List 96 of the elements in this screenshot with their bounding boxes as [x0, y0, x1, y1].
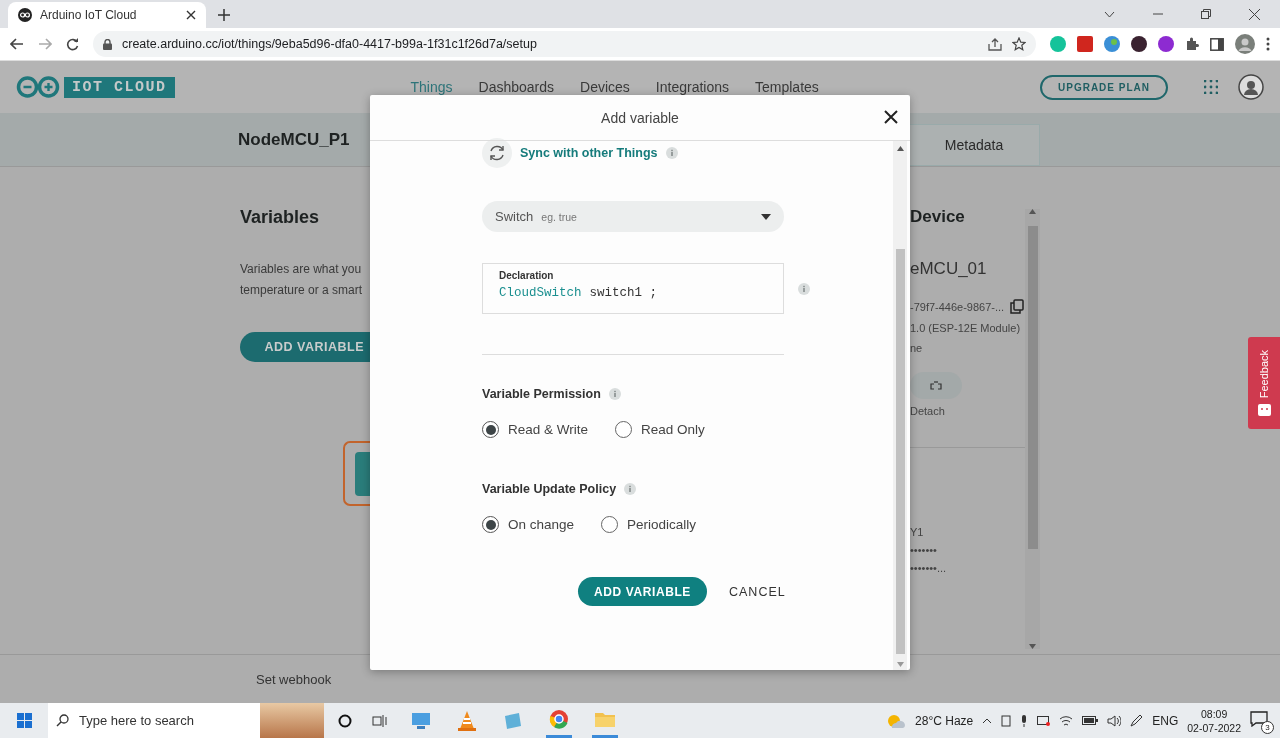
caret-icon [761, 213, 771, 220]
radio-label[interactable]: On change [508, 517, 575, 532]
info-icon[interactable] [798, 282, 810, 295]
microphone-icon[interactable] [1020, 714, 1029, 727]
computer-icon[interactable] [411, 711, 431, 730]
network-field: Y1 [910, 526, 1025, 538]
clock[interactable]: 08:09 02-07-2022 [1187, 706, 1241, 735]
radio-label[interactable]: Read Only [641, 422, 705, 437]
back-icon[interactable] [10, 38, 24, 50]
logo-text: IOT CLOUD [64, 76, 175, 98]
browser-tab[interactable]: Arduino IoT Cloud [8, 2, 206, 28]
device-name: eMCU_01 [910, 259, 988, 279]
section-title: Device [910, 207, 966, 227]
search-icon [56, 714, 69, 727]
extension-icon[interactable] [1158, 36, 1174, 52]
device-id: -79f7-446e-9867-... [910, 300, 1005, 313]
feedback-tab[interactable]: Feedback [1248, 337, 1280, 429]
speaker-icon[interactable] [1107, 714, 1122, 727]
webhook-link[interactable]: Set webhook [256, 671, 332, 687]
camera-icon[interactable] [1037, 715, 1051, 726]
chevron-down-icon[interactable] [1104, 10, 1115, 18]
share-icon[interactable] [988, 37, 1002, 51]
description-text: temperature or a smart [240, 282, 364, 299]
close-icon[interactable] [186, 10, 196, 20]
description-text: Variables are what you [240, 261, 363, 278]
scrollbar[interactable] [893, 141, 907, 670]
task-view-icon[interactable] [372, 713, 388, 728]
upgrade-plan-button[interactable]: UPGRADE PLAN [1040, 74, 1168, 100]
detach-label: Detach [910, 405, 946, 417]
extension-icon[interactable] [1131, 36, 1147, 52]
copy-icon[interactable] [1010, 299, 1025, 314]
wifi-icon[interactable] [1059, 714, 1074, 727]
restore-icon[interactable] [1201, 9, 1211, 19]
close-icon[interactable] [1249, 8, 1260, 20]
scrollbar[interactable] [1025, 209, 1040, 649]
radio-label[interactable]: Periodically [627, 517, 697, 532]
tray-icon[interactable] [1001, 714, 1012, 727]
nav-link[interactable]: Integrations [655, 79, 729, 95]
radio-label[interactable]: Read & Write [508, 422, 589, 437]
declaration-field: Declaration CloudSwitch switch1 ; [482, 263, 784, 314]
type-dropdown[interactable]: Switch eg. true [482, 201, 784, 232]
sync-link[interactable]: Sync with other Things [520, 146, 658, 160]
radio-button[interactable] [482, 421, 499, 438]
radio-button[interactable] [482, 516, 499, 533]
puzzle-icon[interactable] [1185, 37, 1199, 51]
apps-grid-icon[interactable] [1204, 80, 1218, 94]
nav-link[interactable]: Devices [580, 79, 630, 95]
reload-icon[interactable] [66, 37, 79, 51]
close-icon[interactable] [884, 110, 898, 124]
info-icon[interactable] [608, 388, 621, 400]
avatar-icon[interactable] [1235, 34, 1255, 54]
cancel-button[interactable]: CANCEL [723, 583, 792, 600]
section-title: Variables [240, 207, 321, 228]
sync-icon[interactable] [482, 138, 512, 168]
section-label: Variable Update Policy [482, 482, 617, 496]
unlink-icon [930, 380, 942, 391]
scroll-down-icon[interactable] [1029, 644, 1036, 649]
chevron-up-icon[interactable] [982, 717, 993, 724]
scroll-up-icon[interactable] [896, 146, 904, 151]
info-icon[interactable] [665, 147, 678, 159]
network-field: ••••••• [910, 544, 1025, 556]
device-status: ne [910, 342, 924, 354]
avatar-icon[interactable] [1238, 74, 1264, 100]
side-panel-icon[interactable] [1210, 37, 1224, 51]
language-indicator[interactable]: ENG [1152, 713, 1179, 728]
chrome-icon[interactable] [549, 709, 569, 729]
add-variable-button[interactable]: ADD VARIABLE [578, 577, 707, 606]
network-field: •••••••... [910, 562, 1025, 574]
metadata-tab[interactable]: Metadata [908, 124, 1040, 166]
battery-icon[interactable] [1082, 716, 1099, 725]
device-type: 1.0 (ESP-12E Module) [910, 322, 1022, 334]
cortana-icon[interactable] [338, 713, 352, 728]
traffic-cone-icon[interactable] [458, 710, 476, 731]
radio-button[interactable] [601, 516, 619, 533]
add-variable-button[interactable]: ADD VARIABLE [240, 332, 370, 362]
lock-icon [103, 38, 112, 50]
address-bar[interactable]: create.arduino.cc/iot/things/9eba5d96-dfa0-4417-b99a-1f31c1f26d7a/setup [93, 31, 1036, 57]
logo-icon [16, 76, 60, 98]
radio-button[interactable] [615, 421, 633, 438]
favicon-icon [18, 8, 32, 22]
section-label: Variable Permission [482, 387, 601, 401]
new-tab-icon[interactable] [218, 9, 230, 21]
windows-start-icon[interactable] [16, 713, 32, 728]
nav-link[interactable]: Templates [755, 79, 819, 95]
info-icon[interactable] [624, 483, 637, 495]
nav-link[interactable]: Dashboards [478, 79, 555, 95]
star-icon[interactable] [1012, 37, 1026, 51]
scroll-up-icon[interactable] [1029, 209, 1036, 214]
menu-icon[interactable] [1266, 37, 1270, 51]
thing-name: NodeMCU_P1 [238, 129, 350, 150]
weather-text[interactable]: 28°C Haze [915, 713, 974, 728]
taskbar-search-field[interactable]: Type here to search [48, 703, 324, 738]
dialog-title: Add variable [601, 109, 679, 126]
search-highlight-picture [260, 703, 324, 738]
smiley-icon [1257, 404, 1271, 417]
pen-icon[interactable] [1130, 714, 1144, 727]
